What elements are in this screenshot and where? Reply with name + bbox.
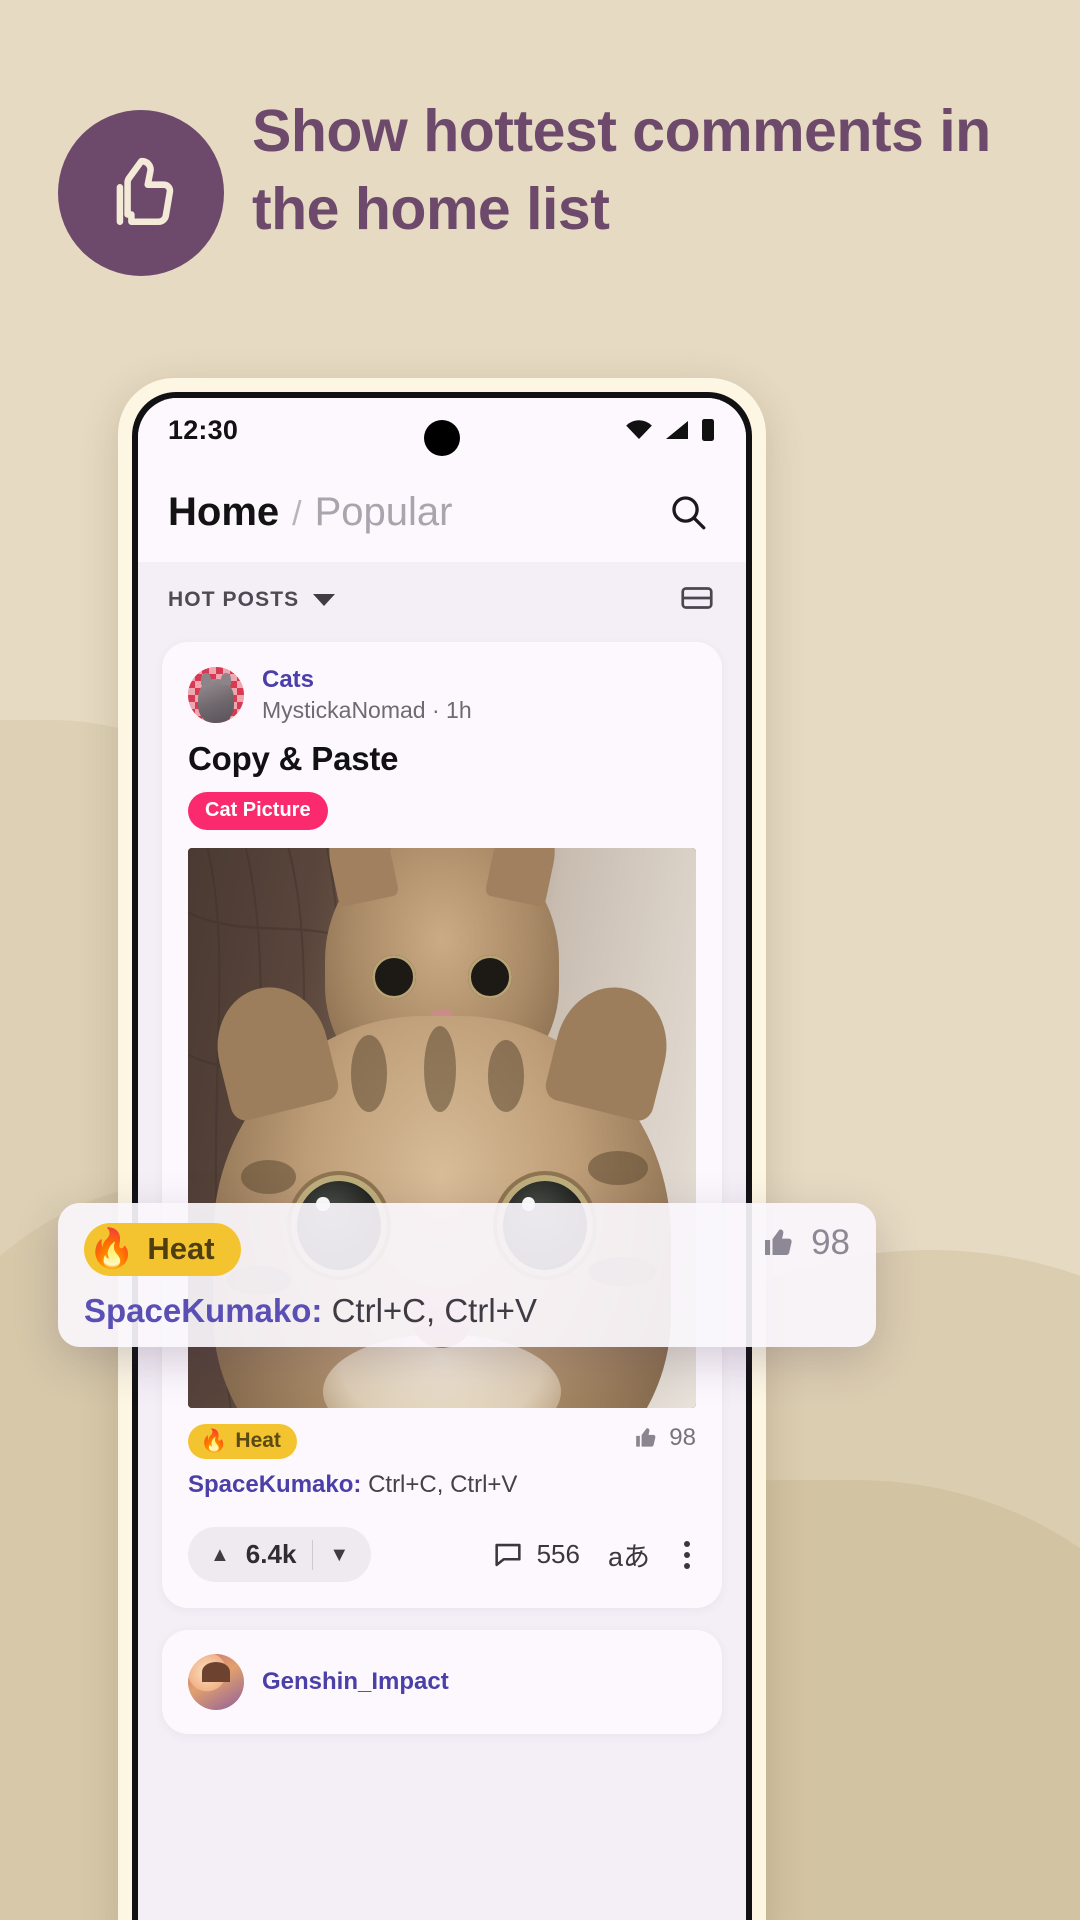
status-bar-clock: 12:30 [168,414,239,445]
phone-bezel: 12:30 Home / Popular HOT POSTS Cats Myst… [132,392,752,1920]
overlay-comment-line: SpaceKumako: Ctrl+C, Ctrl+V [84,1292,850,1330]
avatar[interactable] [188,1654,244,1710]
breadcrumb: Home / Popular [168,490,452,535]
post-score: 6.4k [245,1539,297,1569]
translate-button[interactable]: aあ [608,1535,650,1574]
cat-stripe [588,1150,648,1185]
hot-comment-author[interactable]: SpaceKumako: [188,1471,361,1498]
layout-toggle-button[interactable] [678,579,716,622]
kebab-dot [684,1562,690,1569]
layout-compact-icon [681,586,713,609]
vote-control[interactable]: ▲ 6.4k ▼ [188,1527,372,1582]
feed-toolbar: HOT POSTS [138,562,746,638]
sort-label: HOT POSTS [168,588,300,611]
hot-comment-body: Ctrl+C, Ctrl+V [368,1471,518,1498]
hot-comment-like-count: 98 [669,1424,696,1451]
kebab-dot [684,1540,690,1547]
app-bar: Home / Popular [138,462,746,562]
cellular-signal-icon [666,421,688,439]
hot-comment-text-line: SpaceKumako: Ctrl+C, Ctrl+V [188,1471,696,1499]
arrow-down-icon[interactable]: ▼ [329,1545,349,1565]
overlay-top-row: 🔥 Heat 98 [84,1223,850,1276]
status-bar: 12:30 [138,398,746,462]
overlay-comment-body: Ctrl+C, Ctrl+V [331,1292,537,1329]
post-flair[interactable]: Cat Picture [188,792,328,830]
hot-comment-likes[interactable]: 98 [634,1424,696,1452]
breadcrumb-separator: / [292,494,302,533]
heat-badge-label: Heat [235,1429,281,1452]
flame-icon: 🔥 [88,1228,136,1270]
subreddit-link[interactable]: Genshin_Impact [262,1668,449,1696]
avatar-cat-graphic [198,673,234,723]
cat-stripe [487,1040,525,1113]
thumbs-up-icon [765,1229,792,1255]
cat-stripe [423,1025,456,1113]
overlay-likes[interactable]: 98 [762,1223,850,1263]
overlay-callout-hot-comment[interactable]: 🔥 Heat 98 SpaceKumako: Ctrl+C, Ctrl+V [58,1203,876,1347]
thumbs-up-icon [116,157,174,226]
vote-divider [312,1539,314,1570]
front-camera-punch-hole [424,420,460,456]
post-author-and-age: MystickaNomad · 1h [262,697,472,723]
post-hot-comment[interactable]: 98 🔥 Heat SpaceKumako: Ctrl+C, Ctrl+V [188,1408,696,1505]
phone-mockup: 12:30 Home / Popular HOT POSTS Cats Myst… [118,378,766,1920]
overlay-comment-author[interactable]: SpaceKumako: [84,1292,322,1329]
flame-icon: 🔥 [200,1428,228,1453]
post-card-next[interactable]: Genshin_Impact [162,1630,722,1734]
breadcrumb-current[interactable]: Popular [315,490,453,535]
overlay-like-count: 98 [811,1223,850,1262]
avatar[interactable] [188,667,244,723]
breadcrumb-home[interactable]: Home [168,490,279,535]
search-button[interactable] [660,484,716,540]
sort-selector[interactable]: HOT POSTS [168,588,336,612]
promo-banner: Show hottest comments in the home list [0,0,1080,360]
cat-stripe [240,1160,296,1195]
comment-bubble-icon [494,1543,521,1566]
wifi-icon [626,420,652,439]
kebab-menu-icon[interactable] [678,1540,696,1569]
post-action-bar: ▲ 6.4k ▼ 556 aあ [162,1505,722,1608]
post-header: Genshin_Impact [188,1654,696,1710]
cat-upper-eye-left [371,955,417,1000]
kebab-dot [684,1551,690,1558]
thumbs-up-icon [636,1428,656,1447]
status-bar-icons [624,417,716,443]
post-header: Cats MystickaNomad · 1h [162,642,722,724]
comments-button[interactable]: 556 [491,1538,580,1572]
overlay-heat-label: Heat [147,1231,215,1266]
heat-badge: 🔥 Heat [188,1424,297,1459]
app-bar-actions [660,484,716,540]
battery-icon [702,419,714,441]
cat-stripe [350,1035,388,1113]
post-flair-row: Cat Picture [162,778,722,830]
subreddit-link[interactable]: Cats [262,666,472,694]
promo-headline: Show hottest comments in the home list [252,98,991,243]
cat-upper-eye-right [467,955,513,1000]
post-card[interactable]: Cats MystickaNomad · 1h Copy & Paste Cat… [162,642,722,1608]
post-title[interactable]: Copy & Paste [162,724,722,778]
post-meta-lines: Cats MystickaNomad · 1h [262,666,472,724]
promo-badge [58,110,224,276]
chevron-down-icon [313,594,336,606]
overlay-heat-badge: 🔥 Heat [84,1223,241,1276]
arrow-up-icon[interactable]: ▲ [210,1545,230,1565]
post-action-bar-right: 556 aあ [491,1535,696,1574]
comment-count: 556 [536,1539,580,1569]
phone-screen: 12:30 Home / Popular HOT POSTS Cats Myst… [138,398,746,1920]
search-icon [672,496,706,530]
